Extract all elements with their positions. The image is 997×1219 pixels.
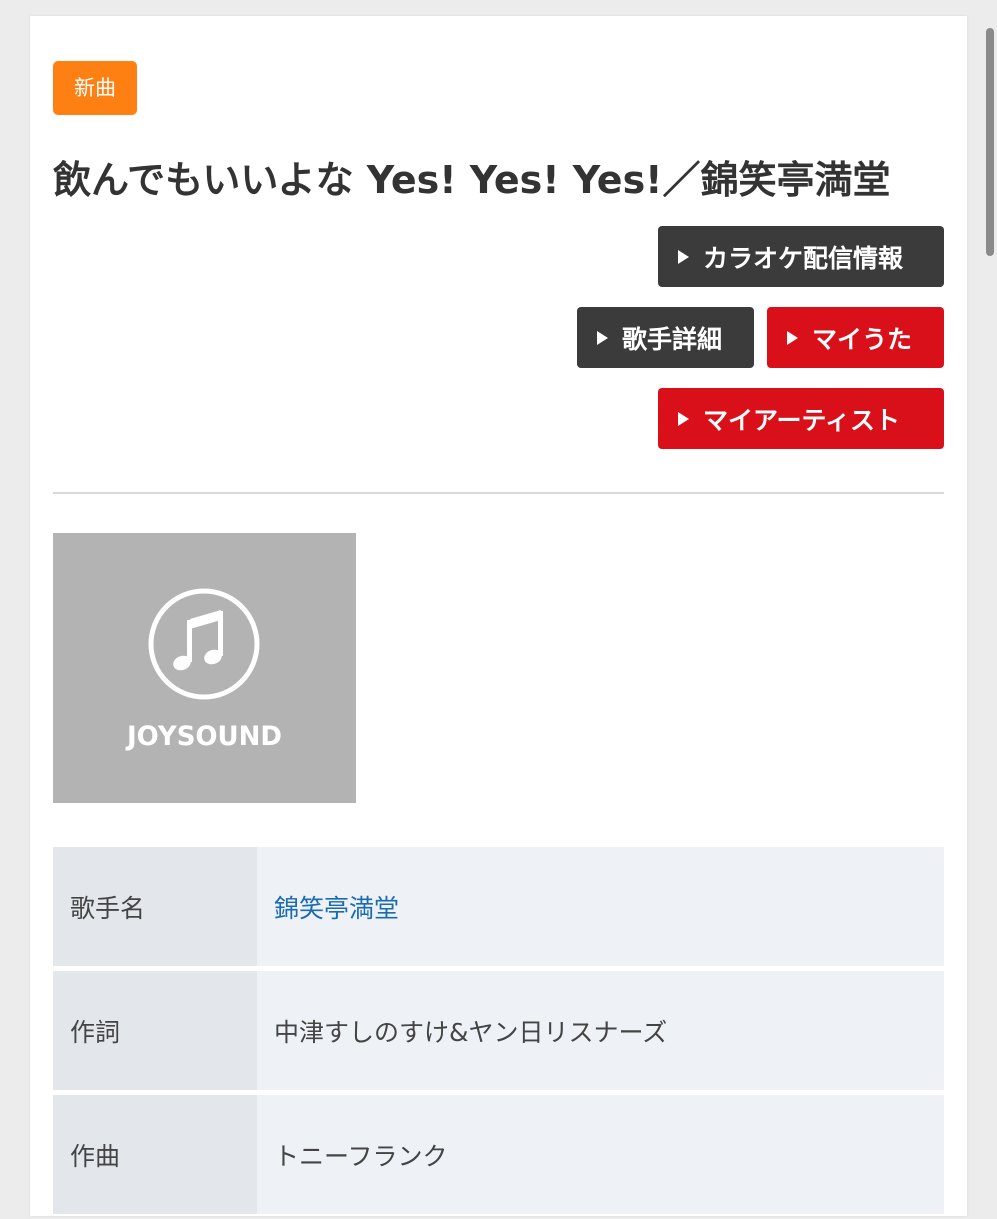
info-value: 錦笑亭満堂: [257, 847, 944, 966]
music-note-icon: [148, 588, 260, 700]
info-row-lyricist: 作詞 中津すしのすけ&ヤン日リスナーズ: [53, 971, 944, 1090]
play-triangle-icon: [678, 411, 689, 426]
info-value: 中津すしのすけ&ヤン日リスナーズ: [257, 971, 944, 1090]
info-key: 作曲: [53, 1095, 257, 1214]
song-title: 飲んでもいいよな Yes! Yes! Yes!／錦笑亭満堂: [53, 158, 891, 202]
artist-detail-label: 歌手詳細: [622, 324, 723, 354]
info-key: 歌手名: [53, 847, 257, 966]
new-song-badge: 新曲: [53, 61, 137, 115]
my-uta-button[interactable]: マイうた: [767, 307, 944, 368]
song-detail-card: 新曲 飲んでもいいよな Yes! Yes! Yes!／錦笑亭満堂 カラオケ配信情…: [30, 16, 967, 1216]
scrollbar-thumb[interactable]: [986, 28, 994, 256]
karaoke-info-label: カラオケ配信情報: [703, 243, 904, 273]
play-triangle-icon: [678, 249, 689, 264]
song-info-table: 歌手名 錦笑亭満堂 作詞 中津すしのすけ&ヤン日リスナーズ 作曲 トニーフランク: [53, 847, 944, 1219]
karaoke-info-button[interactable]: カラオケ配信情報: [658, 226, 944, 287]
artist-detail-button[interactable]: 歌手詳細: [577, 307, 754, 368]
joysound-logo: JOYSOUND: [125, 721, 282, 752]
info-row-composer: 作曲 トニーフランク: [53, 1095, 944, 1214]
play-triangle-icon: [787, 330, 798, 345]
section-divider: [53, 492, 944, 494]
my-artist-button[interactable]: マイアーティスト: [658, 388, 944, 449]
my-uta-label: マイうた: [812, 324, 913, 354]
artist-name-link[interactable]: 錦笑亭満堂: [274, 889, 399, 925]
svg-text:JOYSOUND: JOYSOUND: [125, 721, 282, 752]
info-key: 作詞: [53, 971, 257, 1090]
info-row-artist: 歌手名 錦笑亭満堂: [53, 847, 944, 966]
play-triangle-icon: [597, 330, 608, 345]
info-value: トニーフランク: [257, 1095, 944, 1214]
my-artist-label: マイアーティスト: [703, 405, 901, 435]
album-jacket-placeholder: JOYSOUND: [53, 533, 356, 803]
